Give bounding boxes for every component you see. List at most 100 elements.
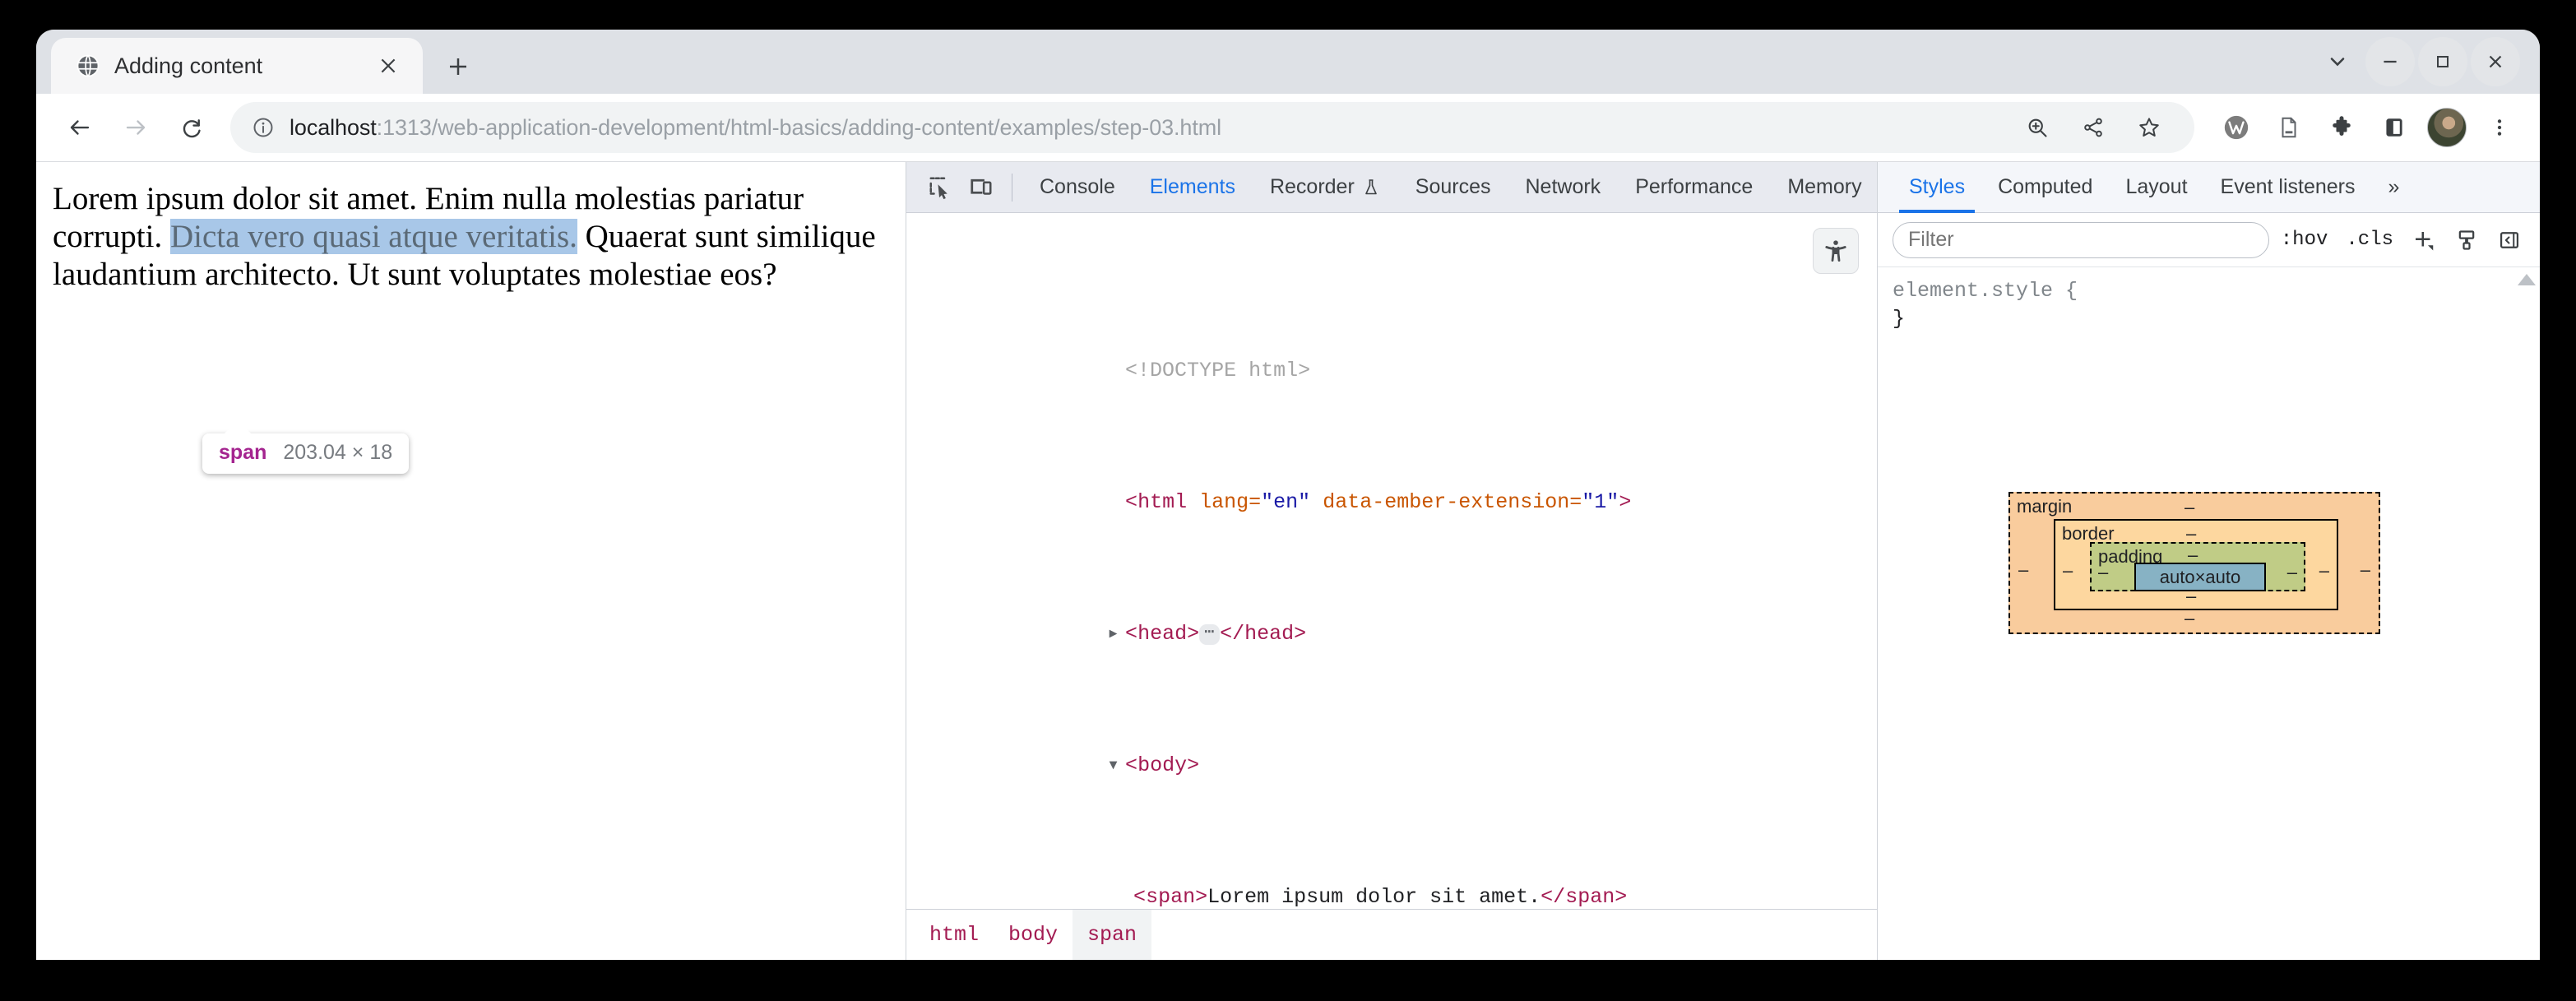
tab-sources[interactable]: Sources (1398, 162, 1508, 213)
flask-icon (1361, 178, 1381, 197)
new-tab-button[interactable] (434, 43, 482, 90)
sidebar-more-tabs-icon[interactable]: » (2371, 162, 2416, 213)
dom-row-body[interactable]: ▾ <body> (906, 716, 1877, 777)
margin-left-value[interactable]: – (2018, 561, 2028, 579)
element-style-selector: element.style { (1893, 279, 2078, 303)
span-text-1: Lorem ipsum dolor sit amet. (1207, 885, 1541, 909)
avatar[interactable] (2421, 102, 2472, 153)
element-style-rule[interactable]: element.style { } (1878, 267, 2540, 333)
maximize-button[interactable] (2418, 37, 2467, 86)
devtools-main-column: Console Elements Recorder Sources Networ… (906, 162, 2128, 961)
breadcrumb-item-body[interactable]: body (994, 910, 1073, 961)
margin-top-value[interactable]: – (2185, 498, 2194, 517)
tab-styles[interactable]: Styles (1893, 162, 1981, 213)
cls-toggle[interactable]: .cls (2339, 229, 2400, 251)
w-extension-icon[interactable] (2211, 102, 2262, 153)
tab-layout[interactable]: Layout (2109, 162, 2203, 213)
dom-row-span-1[interactable]: <span>Lorem ipsum dolor sit amet.</span> (906, 848, 1877, 909)
minimize-button[interactable] (2365, 37, 2415, 86)
browser-tab[interactable]: Adding content (51, 38, 423, 94)
reading-list-icon[interactable] (2263, 102, 2314, 153)
tab-event-listeners[interactable]: Event listeners (2204, 162, 2372, 213)
tag-body: body (1137, 753, 1188, 777)
breadcrumb-item-span[interactable]: span (1073, 909, 1152, 960)
zoom-icon[interactable] (2012, 102, 2063, 153)
tab-search-chevron-icon[interactable] (2313, 37, 2362, 86)
tooltip-dimensions: 203.04 × 18 (283, 441, 393, 464)
margin-right-value[interactable]: – (2361, 561, 2370, 579)
margin-bottom-value[interactable]: – (2185, 609, 2194, 628)
reload-button[interactable] (166, 102, 217, 153)
box-model-padding[interactable]: padding – – – – auto×auto (2090, 542, 2305, 591)
tag-html: html (1137, 490, 1188, 514)
padding-right-value[interactable]: – (2287, 563, 2297, 582)
styles-sidebar: Styles Computed Layout Event listeners »… (1878, 162, 2540, 960)
breadcrumb-item-html[interactable]: html (915, 910, 994, 961)
border-top-value[interactable]: – (2186, 525, 2196, 543)
border-right-value[interactable]: – (2319, 562, 2329, 580)
window-controls (2313, 30, 2540, 94)
new-style-rule-icon[interactable] (2405, 221, 2443, 259)
tab-close-button[interactable] (372, 49, 405, 82)
url-host: localhost (290, 114, 377, 140)
inspect-element-icon[interactable] (920, 167, 961, 208)
forward-button[interactable] (110, 102, 161, 153)
computed-styles-sidebar-icon[interactable] (2448, 221, 2486, 259)
tab-computed[interactable]: Computed (1981, 162, 2109, 213)
tag-head: head (1137, 622, 1188, 646)
accessibility-icon[interactable] (1813, 228, 1859, 274)
close-window-button[interactable] (2471, 37, 2520, 86)
bookmark-star-icon[interactable] (2124, 102, 2175, 153)
page-paragraph: Lorem ipsum dolor sit amet. Enim nulla m… (36, 162, 906, 294)
styles-filter-input[interactable] (1893, 221, 2269, 258)
tab-elements[interactable]: Elements (1133, 162, 1253, 213)
twisty-expanded-icon[interactable]: ▾ (1107, 749, 1125, 782)
box-model-margin[interactable]: margin – – – – border – – – – padding – … (2008, 492, 2380, 634)
tab-memory[interactable]: Memory (1770, 162, 1879, 213)
url-text: localhost:1313/web-application-developme… (290, 115, 1221, 141)
address-bar[interactable]: localhost:1313/web-application-developme… (230, 102, 2194, 153)
element-style-close-brace: } (1893, 307, 1906, 331)
styles-content: element.style { } margin – – – – border (1878, 267, 2540, 960)
tab-network[interactable]: Network (1508, 162, 1619, 213)
share-icon[interactable] (2068, 102, 2119, 153)
scroll-up-arrow[interactable] (2518, 274, 2536, 285)
tab-recorder[interactable]: Recorder (1253, 162, 1398, 213)
tab-strip: Adding content (36, 30, 2540, 94)
url-path: :1313/web-application-development/html-b… (376, 114, 1222, 140)
padding-top-value[interactable]: – (2188, 546, 2198, 564)
dom-row-head[interactable]: ▸ <head> ⋯ </head> (906, 585, 1877, 646)
tab-performance[interactable]: Performance (1618, 162, 1770, 213)
hov-toggle[interactable]: :hov (2274, 229, 2335, 251)
dom-row-doctype[interactable]: <!DOCTYPE html> (906, 322, 1877, 382)
puzzle-extensions-icon[interactable] (2316, 102, 2367, 153)
tab-recorder-label: Recorder (1269, 175, 1355, 198)
three-dot-menu-icon[interactable] (2474, 102, 2525, 153)
box-model-content[interactable]: auto×auto (2134, 563, 2266, 591)
side-panel-icon[interactable] (2369, 102, 2420, 153)
border-left-value[interactable]: – (2063, 562, 2073, 580)
doctype-text: <!DOCTYPE html> (1125, 359, 1311, 382)
attr-ember-value: 1 (1594, 490, 1607, 514)
highlighted-span[interactable]: Dicta vero quasi atque veritatis. (169, 219, 577, 254)
box-model-margin-label: margin (2017, 496, 2073, 517)
styles-sidebar-tab-bar: Styles Computed Layout Event listeners » (1878, 162, 2540, 213)
twisty-collapsed-icon[interactable]: ▸ (1107, 618, 1125, 651)
box-model-border[interactable]: border – – – – padding – – – auto×auto (2054, 519, 2338, 610)
tab-title: Adding content (114, 53, 263, 78)
browser-window: Adding content localhost:1313/web-applic… (36, 30, 2540, 960)
site-info-icon[interactable] (252, 116, 275, 139)
expand-head-ellipsis[interactable]: ⋯ (1199, 624, 1221, 645)
padding-left-value[interactable]: – (2098, 563, 2108, 582)
devtools-panel: Console Elements Recorder Sources Networ… (906, 162, 2540, 960)
dom-row-html[interactable]: <html lang="en" data-ember-extension="1"… (906, 453, 1877, 514)
tag-span: span (1146, 885, 1196, 909)
dom-tree: <!DOCTYPE html> <html lang="en" data-emb… (906, 213, 1877, 909)
attr-ember-name: data-ember-extension (1323, 490, 1570, 514)
toggle-sidebar-icon[interactable] (2490, 221, 2528, 259)
tab-console[interactable]: Console (1022, 162, 1133, 213)
styles-toolbar: :hov .cls (1878, 213, 2540, 267)
tag-head-close: head (1244, 622, 1295, 646)
device-toolbar-icon[interactable] (961, 167, 1002, 208)
back-button[interactable] (54, 102, 105, 153)
